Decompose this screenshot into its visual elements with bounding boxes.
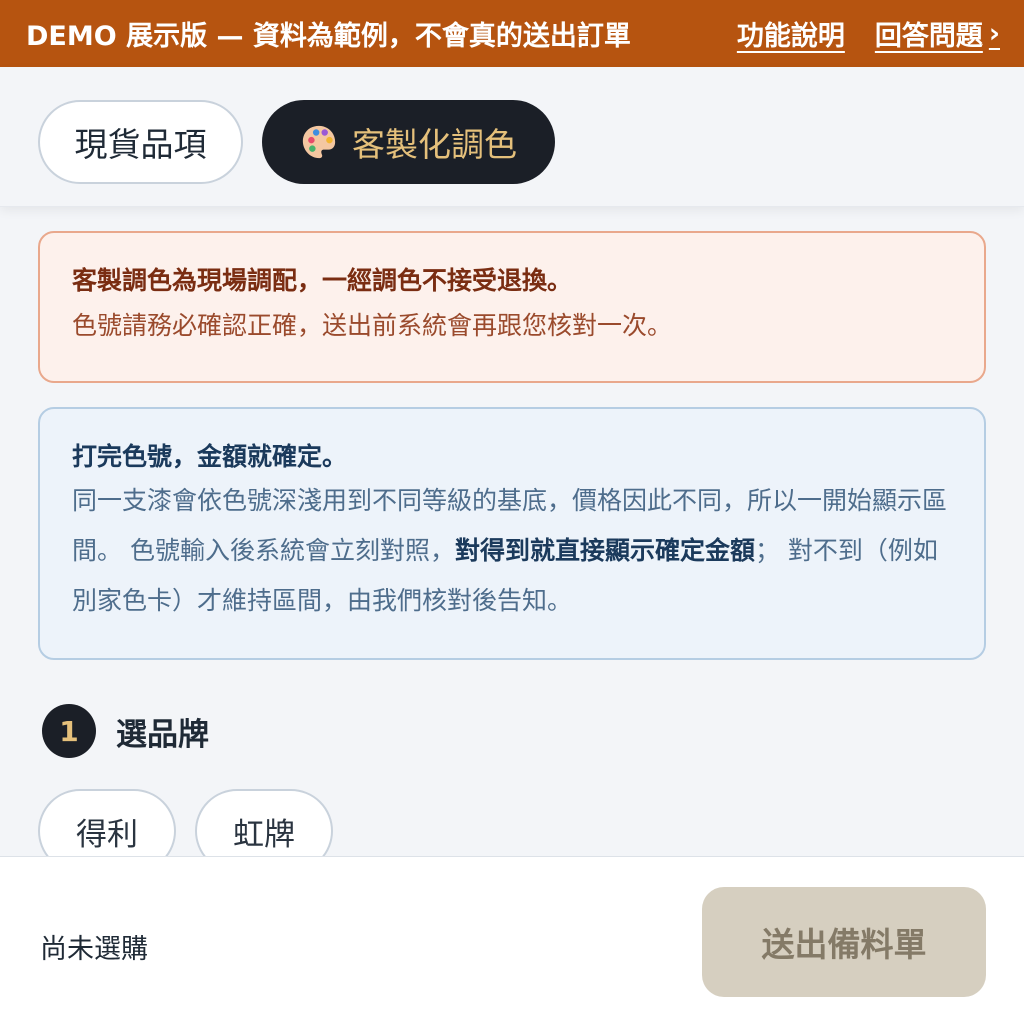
tab-custom-tinting[interactable]: 客製化調色 <box>262 100 555 184</box>
answer-questions-link[interactable]: 回答問題 › <box>875 14 1000 53</box>
brand-option-label: 虹牌 <box>233 816 295 853</box>
selection-status: 尚未選購 <box>40 934 148 965</box>
chevron-right-icon: › <box>988 18 1000 49</box>
step-1-title: 選品牌 <box>116 716 209 753</box>
answer-questions-label: 回答問題 <box>874 21 983 52</box>
step-number-badge: 1 <box>42 704 96 758</box>
checkout-bar: 尚未選購 送出備料單 <box>0 856 1024 1024</box>
info-body-bold: 對得到就直接顯示確定金額 <box>454 536 755 565</box>
submit-order-button[interactable]: 送出備料單 <box>702 887 986 997</box>
palette-icon <box>302 125 336 159</box>
brand-option-label: 得利 <box>76 816 138 853</box>
step-1-header: 1 選品牌 <box>42 704 209 758</box>
info-title: 打完色號，金額就確定。 <box>72 442 348 471</box>
demo-notice-text: DEMO 展示版 — 資料為範例，不會真的送出訂單 <box>26 21 631 52</box>
pricing-info-notice: 打完色號，金額就確定。 同一支漆會依色號深淺用到不同等級的基底，價格因此不同，所… <box>38 407 986 660</box>
mode-tab-bar: 現貨品項 客製化調色 <box>0 67 1024 207</box>
features-link[interactable]: 功能說明 <box>737 14 845 53</box>
tab-stock-items[interactable]: 現貨品項 <box>38 100 243 184</box>
warning-title: 客製調色為現場調配，一經調色不接受退換。 <box>72 266 573 295</box>
tab-custom-tinting-label: 客製化調色 <box>352 125 517 164</box>
info-body: 同一支漆會依色號深淺用到不同等級的基底，價格因此不同，所以一開始顯示區間。 色號… <box>72 476 952 626</box>
warning-body: 色號請務必確認正確，送出前系統會再跟您核對一次。 <box>72 311 673 340</box>
tab-stock-items-label: 現貨品項 <box>74 125 207 164</box>
demo-banner: DEMO 展示版 — 資料為範例，不會真的送出訂單 功能說明 回答問題 › <box>0 0 1024 67</box>
no-return-warning: 客製調色為現場調配，一經調色不接受退換。 色號請務必確認正確，送出前系統會再跟您… <box>38 231 986 383</box>
